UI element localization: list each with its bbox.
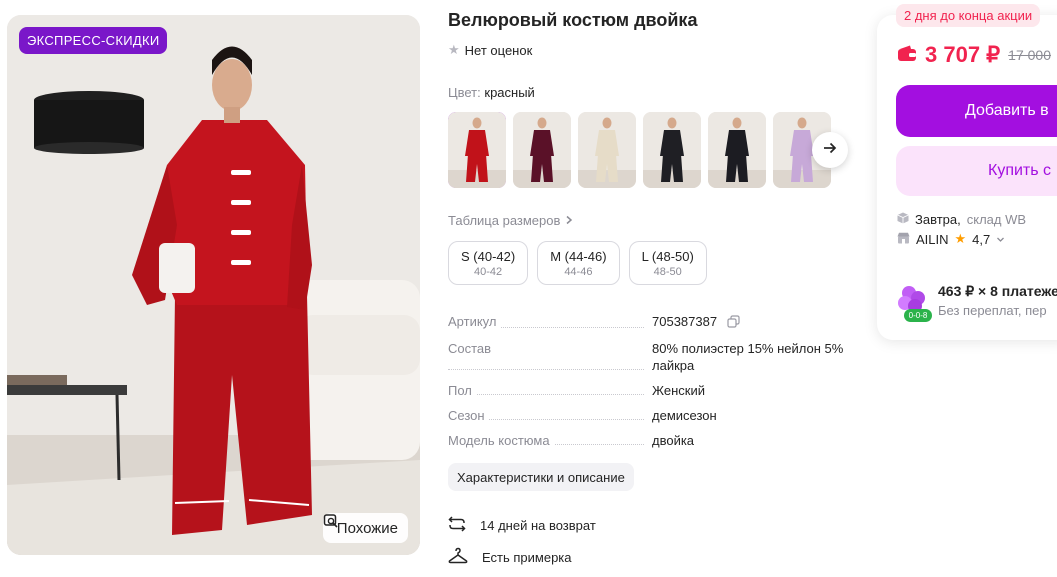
similar-button[interactable]: Похожие	[322, 513, 408, 543]
seller-name: AILIN	[916, 231, 949, 247]
color-swatch[interactable]	[578, 112, 636, 188]
color-label-row: Цвет: красный	[448, 85, 535, 100]
spec-key: Состав	[448, 341, 496, 356]
delivery-info: Завтра, склад WB	[897, 212, 1026, 227]
size-option-ru: 48-50	[653, 265, 682, 278]
spec-key: Артикул	[448, 314, 501, 329]
product-photo-image	[7, 15, 420, 555]
swatch-thumbnail	[578, 112, 636, 188]
specs-table: Артикул 705387387 Состав 80% полиэстер 1…	[448, 313, 868, 457]
size-options: S (40-42) 40-42 M (44-46) 44-46 L (48-50…	[448, 241, 707, 285]
color-swatches	[448, 112, 831, 188]
chevron-right-icon	[564, 213, 574, 228]
hanger-icon	[448, 547, 468, 568]
size-table-link[interactable]: Таблица размеров	[448, 213, 574, 228]
seller-info[interactable]: AILIN ★ 4,7	[897, 231, 1005, 247]
size-option-m[interactable]: M (44-46) 44-46	[537, 241, 620, 285]
rating-summary[interactable]: ★ Нет оценок	[448, 42, 532, 58]
color-value: красный	[484, 85, 535, 100]
buy-now-button[interactable]: Купить с	[896, 146, 1057, 196]
size-option-ru: 44-46	[564, 265, 593, 278]
spec-value: двойка	[652, 433, 695, 448]
size-option-s[interactable]: S (40-42) 40-42	[448, 241, 529, 285]
spec-key: Пол	[448, 383, 476, 398]
chevron-down-icon	[996, 232, 1005, 247]
box-icon	[897, 212, 909, 227]
size-option-label: M (44-46)	[550, 248, 607, 264]
size-option-label: S (40-42)	[461, 248, 516, 264]
return-policy: 14 дней на возврат	[448, 515, 596, 536]
installment-amount[interactable]: 463 ₽ × 8 платеже	[938, 283, 1057, 300]
installment-badge: 0-0-8	[908, 311, 928, 320]
price-row: 3 707 ₽ 17 000	[897, 42, 1051, 68]
old-price: 17 000	[1008, 47, 1051, 63]
rating-text: Нет оценок	[464, 42, 533, 58]
spec-row-model: Модель костюма двойка	[448, 432, 868, 449]
color-swatch[interactable]	[708, 112, 766, 188]
spec-value: 80% полиэстер 15% нейлон 5% лайкра	[652, 341, 844, 373]
fitting-available: Есть примерка	[448, 547, 572, 568]
star-icon: ★	[954, 231, 967, 246]
color-label: Цвет:	[448, 85, 481, 100]
arrow-right-icon	[822, 140, 838, 161]
swatch-thumbnail	[513, 112, 571, 188]
spec-value: Женский	[652, 383, 705, 398]
product-photo[interactable]: ЭКСПРЕСС-СКИДКИ Похожие	[7, 15, 420, 555]
return-arrows-icon	[448, 515, 466, 536]
express-discount-badge: ЭКСПРЕСС-СКИДКИ	[19, 27, 168, 54]
promo-countdown: 2 дня до конца акции	[896, 4, 1041, 27]
size-option-label: L (48-50)	[641, 248, 694, 264]
size-table-label: Таблица размеров	[448, 213, 561, 228]
spec-value: демисезон	[652, 408, 717, 423]
spec-row-season: Сезон демисезон	[448, 407, 868, 424]
size-option-ru: 40-42	[474, 265, 503, 278]
spec-key: Сезон	[448, 408, 489, 423]
delivery-warehouse: склад WB	[966, 212, 1027, 227]
color-swatch[interactable]	[448, 112, 506, 188]
swatch-thumbnail	[448, 112, 506, 188]
size-option-l[interactable]: L (48-50) 48-50	[628, 241, 707, 285]
copy-icon[interactable]	[727, 315, 740, 332]
installment-logo: 0-0-8	[896, 284, 932, 324]
spec-row-gender: Пол Женский	[448, 382, 868, 399]
spec-row-article: Артикул 705387387	[448, 313, 868, 332]
color-swatch[interactable]	[643, 112, 701, 188]
spec-key: Модель костюма	[448, 433, 554, 448]
fitting-text: Есть примерка	[482, 550, 572, 565]
swatch-thumbnail	[643, 112, 701, 188]
add-to-cart-button[interactable]: Добавить в	[896, 85, 1057, 137]
delivery-day: Завтра,	[915, 212, 961, 227]
shop-icon	[897, 232, 910, 247]
swatches-next-button[interactable]	[812, 132, 848, 168]
return-policy-text: 14 дней на возврат	[480, 518, 596, 533]
characteristics-button[interactable]: Характеристики и описание	[448, 463, 634, 491]
similar-button-label: Похожие	[336, 519, 398, 537]
product-title: Велюровый костюм двойка	[448, 10, 698, 30]
rating-star-icon: ★	[448, 42, 460, 57]
swatch-thumbnail	[708, 112, 766, 188]
wallet-icon	[897, 44, 917, 67]
spec-value: 705387387	[652, 314, 718, 329]
spec-row-composition: Состав 80% полиэстер 15% нейлон 5% лайкр…	[448, 340, 868, 374]
seller-rating: 4,7	[972, 231, 991, 247]
color-swatch[interactable]	[513, 112, 571, 188]
current-price: 3 707 ₽	[925, 42, 1001, 67]
installment-note: Без переплат, пер	[938, 303, 1047, 318]
